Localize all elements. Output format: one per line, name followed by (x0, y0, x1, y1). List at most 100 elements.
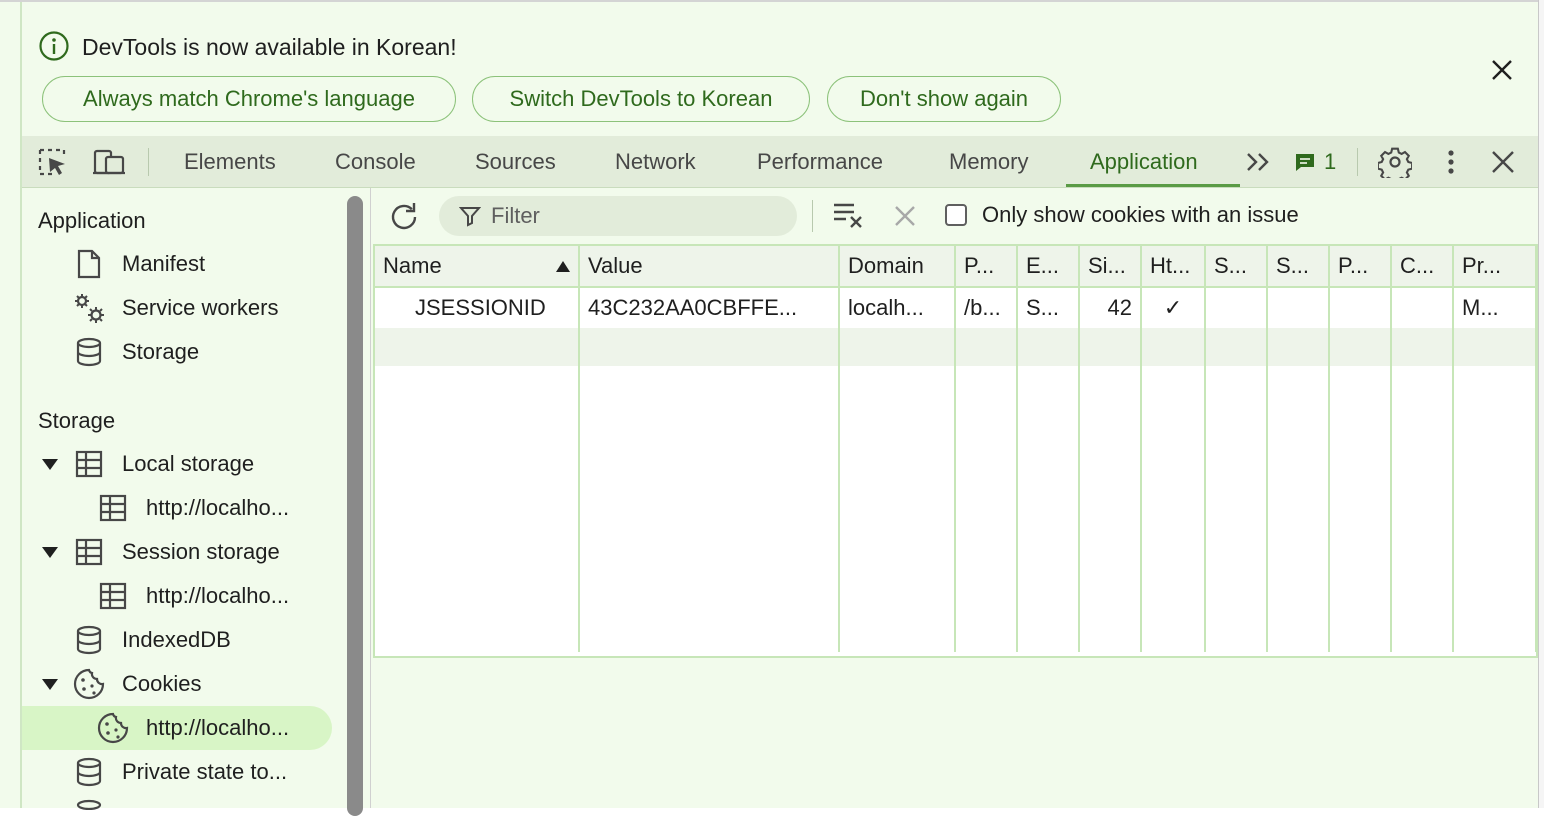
expand-triangle-icon[interactable] (42, 547, 58, 558)
cookie-icon (97, 712, 129, 744)
sidebar-item-session-storage[interactable]: Session storage (74, 532, 280, 572)
active-tab-indicator (1066, 184, 1240, 187)
table-row-empty (375, 328, 1537, 366)
database-icon (76, 337, 102, 367)
sidebar-item-storage[interactable]: Storage (74, 332, 199, 372)
tab-console[interactable]: Console (335, 136, 416, 188)
cell-samesite (1267, 287, 1330, 328)
infobar-message: DevTools is now available in Korean! (82, 34, 457, 60)
column-header-value[interactable]: Value (579, 246, 840, 288)
issues-count: 1 (1324, 149, 1337, 174)
sidebar-item-label: http://localho... (146, 495, 290, 520)
sidebar-item-manifest[interactable]: Manifest (74, 244, 205, 284)
tab-performance[interactable]: Performance (757, 136, 883, 188)
more-tabs-chevron-icon[interactable] (1244, 148, 1274, 176)
cell-priority: M... (1453, 287, 1537, 328)
cookies-pane: Only show cookies with an issue Name Val… (371, 188, 1538, 808)
sidebar-item-session-storage-origin[interactable]: http://localho... (98, 576, 289, 616)
sidebar-item-label: Local storage (122, 451, 255, 476)
right-edge (1538, 0, 1544, 808)
column-header-httponly[interactable]: Ht... (1141, 246, 1206, 288)
sidebar-item-local-storage[interactable]: Local storage (74, 444, 254, 484)
tab-sources[interactable]: Sources (475, 136, 556, 188)
sidebar-scrollbar-thumb[interactable] (347, 196, 363, 816)
cell-cross-site (1391, 287, 1454, 328)
only-issues-checkbox[interactable] (945, 204, 967, 226)
tab-elements[interactable]: Elements (184, 136, 276, 188)
tab-memory[interactable]: Memory (949, 136, 1028, 188)
device-toolbar-icon[interactable] (92, 146, 126, 178)
section-header-storage: Storage (38, 408, 116, 433)
expand-triangle-icon[interactable] (42, 459, 58, 470)
sidebar-item-service-workers[interactable]: Service workers (72, 288, 278, 328)
cookie-preview-area (373, 658, 1538, 808)
column-header-size[interactable]: Si... (1079, 246, 1142, 288)
document-icon (77, 249, 101, 279)
message-icon (1296, 154, 1314, 171)
cell-name: JSESSIONID (375, 287, 580, 328)
section-header-application: Application (38, 208, 146, 233)
column-header-cross-site[interactable]: C... (1391, 246, 1454, 288)
cell-httponly: ✓ (1141, 287, 1206, 328)
sidebar-item-label: Private state to... (122, 759, 288, 784)
table-icon (75, 538, 103, 566)
tab-application[interactable]: Application (1090, 136, 1198, 188)
column-header-expires[interactable]: E... (1017, 246, 1080, 288)
database-icon (76, 757, 102, 787)
cookie-icon (73, 668, 105, 700)
table-row[interactable]: JSESSIONID 43C232AA0CBFFE... localh... /… (375, 287, 1537, 328)
expand-triangle-icon[interactable] (42, 679, 58, 690)
filter-icon (459, 207, 481, 227)
filter-input[interactable] (491, 203, 771, 229)
cell-partition-key (1329, 287, 1392, 328)
table-icon (99, 494, 127, 522)
column-header-domain[interactable]: Domain (839, 246, 956, 288)
sidebar-item-cookies-origin[interactable]: http://localho... (96, 708, 289, 748)
cell-size: 42 (1079, 287, 1142, 328)
sidebar-item-label: Service workers (122, 295, 279, 320)
refresh-icon[interactable] (387, 200, 421, 234)
cell-domain: localh... (839, 287, 956, 328)
more-options-icon[interactable] (1436, 146, 1466, 178)
column-header-secure[interactable]: S... (1205, 246, 1268, 288)
column-header-path[interactable]: P... (955, 246, 1018, 288)
sidebar-item-label: Manifest (122, 251, 206, 276)
column-header-samesite[interactable]: S... (1267, 246, 1330, 288)
delete-selected-icon[interactable] (891, 202, 919, 230)
column-header-name[interactable]: Name (375, 246, 580, 288)
column-header-priority[interactable]: Pr... (1453, 246, 1537, 288)
cell-path: /b... (955, 287, 1018, 328)
issues-counter[interactable]: 1 (1294, 148, 1336, 176)
inspect-element-icon[interactable] (36, 146, 70, 178)
sidebar-item-cookies[interactable]: Cookies (72, 664, 201, 704)
tab-network[interactable]: Network (615, 136, 696, 188)
close-devtools-icon[interactable] (1488, 146, 1518, 178)
always-match-language-button[interactable]: Always match Chrome's language (42, 76, 456, 122)
dont-show-again-button[interactable]: Don't show again (827, 76, 1061, 122)
sidebar-item-label: Cookies (122, 671, 202, 696)
database-icon (76, 799, 102, 810)
only-issues-label: Only show cookies with an issue (982, 202, 1299, 227)
toolbar-separator (1357, 148, 1358, 176)
cell-value: 43C232AA0CBFFE... (579, 287, 840, 328)
database-icon (76, 625, 102, 655)
sidebar-item-label: Storage (122, 339, 200, 364)
sidebar-item-indexeddb[interactable]: IndexedDB (74, 620, 231, 660)
cookies-toolbar: Only show cookies with an issue (371, 188, 1538, 244)
table-header-row: Name Value Domain P... E... Si... Ht... … (375, 246, 1537, 288)
devtools-tab-bar: Elements Console Sources Network Perform… (22, 136, 1538, 188)
sidebar-item-label: IndexedDB (122, 627, 231, 652)
cookies-table: Name Value Domain P... E... Si... Ht... … (373, 244, 1538, 658)
column-header-partition-key[interactable]: P... (1329, 246, 1392, 288)
info-icon (39, 31, 69, 61)
gear-icon[interactable] (1378, 146, 1412, 178)
sidebar-item-private-state-tokens[interactable]: Private state to... (74, 752, 287, 792)
cell-secure (1205, 287, 1268, 328)
switch-to-korean-button[interactable]: Switch DevTools to Korean (472, 76, 810, 122)
clear-all-icon[interactable] (831, 200, 865, 230)
filter-box[interactable] (439, 196, 797, 236)
sidebar-item-local-storage-origin[interactable]: http://localho... (98, 488, 289, 528)
language-infobar: DevTools is now available in Korean! Alw… (22, 2, 1538, 136)
close-infobar-icon[interactable] (1488, 56, 1516, 84)
toolbar-separator (148, 148, 149, 176)
